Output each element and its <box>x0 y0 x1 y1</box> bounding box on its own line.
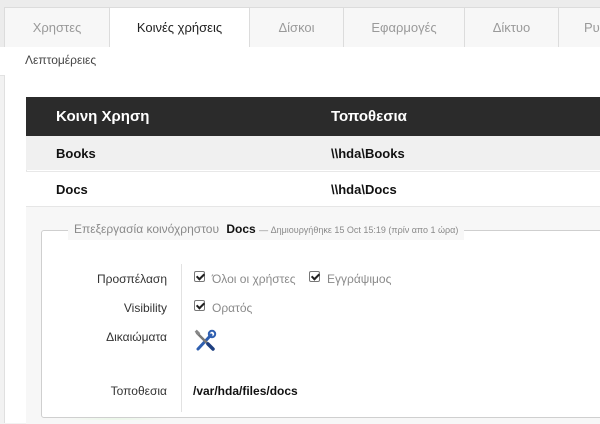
legend-title: Επεξεργασία κοινόχρηστου <box>74 222 220 236</box>
tab-shares[interactable]: Κοινές χρήσεις <box>109 7 250 48</box>
all-users-label[interactable]: Όλοι οι χρήστες <box>212 272 296 286</box>
tab-disks[interactable]: Δίσκοι <box>249 7 344 47</box>
tools-icon[interactable] <box>193 329 217 353</box>
writable-checkbox[interactable] <box>309 271 320 282</box>
share-name: Docs <box>56 182 88 197</box>
sub-navigation: Λεπτομέρειες <box>0 47 600 76</box>
table-row[interactable]: Books \\hda\Books <box>26 136 600 170</box>
share-name: Books <box>56 146 96 161</box>
tab-bar: Χρηστες Κοινές χρήσεις Δίσκοι Εφαρμογές … <box>0 0 600 48</box>
visible-option-label[interactable]: Ορατός <box>212 301 252 315</box>
column-header-share: Κοινη Χρηση <box>56 108 150 125</box>
legend-created-info: — Δημιουργήθηκε 15 Oct 15:19 (πρίν απο 1… <box>259 225 459 235</box>
access-label: Προσπέλαση <box>96 272 167 286</box>
all-users-checkbox[interactable] <box>194 271 205 282</box>
writable-label[interactable]: Εγγράψιμος <box>327 272 391 286</box>
table-header: Κοινη Χρηση Τοποθεσια <box>26 97 600 136</box>
tab-users[interactable]: Χρηστες <box>4 7 110 47</box>
tab-network[interactable]: Δίκτυο <box>464 7 559 47</box>
tab-apps[interactable]: Εφαρμογές <box>343 7 465 47</box>
edit-share-legend: Επεξεργασία κοινόχρηστου Docs — Δημιουργ… <box>68 222 465 240</box>
permissions-label: Δικαιώματα <box>106 330 167 344</box>
location-label: Τοποθεσια <box>110 384 167 398</box>
tab-more[interactable]: Ρυ <box>558 7 600 47</box>
location-path-value: /var/hda/files/docs <box>193 384 298 398</box>
visible-checkbox[interactable] <box>194 300 205 311</box>
table-row[interactable]: Docs \\hda\Docs <box>26 171 600 206</box>
form-divider <box>181 264 182 412</box>
visibility-label: Visibility <box>123 301 167 315</box>
share-location: \\hda\Books <box>331 146 405 161</box>
column-header-location: Τοποθεσια <box>331 108 407 125</box>
share-location: \\hda\Docs <box>331 182 397 197</box>
legend-share-name: Docs <box>226 222 256 236</box>
details-link[interactable]: Λεπτομέρειες <box>25 53 96 67</box>
